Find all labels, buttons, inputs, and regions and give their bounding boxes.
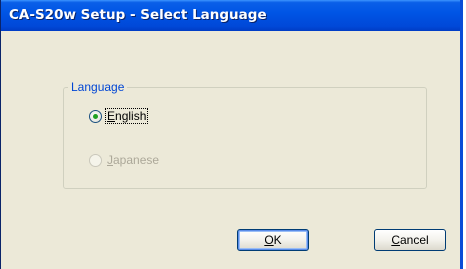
radio-japanese-label: Japanese (106, 153, 160, 167)
cancel-accel: C (391, 233, 400, 247)
radio-english[interactable]: English (89, 108, 149, 124)
window-title: CA-S20w Setup - Select Language (9, 7, 267, 23)
radio-unselected-icon (89, 153, 102, 167)
radio-selected-icon[interactable] (89, 109, 102, 123)
language-group-label: Language (68, 80, 128, 94)
radio-english-label[interactable]: English (104, 108, 149, 124)
cancel-button[interactable]: Cancel (374, 229, 446, 251)
radio-english-label-rest: nglish (115, 109, 147, 123)
cancel-label-rest: ancel (399, 233, 429, 247)
setup-dialog: CA-S20w Setup - Select Language Language… (0, 0, 463, 269)
radio-english-accel: E (107, 109, 116, 123)
title-bar[interactable]: CA-S20w Setup - Select Language (1, 0, 460, 31)
language-groupbox (63, 87, 427, 189)
ok-label-rest: K (273, 233, 282, 247)
radio-japanese-label-rest: apanese (113, 153, 160, 167)
ok-button[interactable]: OK (237, 229, 309, 251)
ok-accel: O (264, 233, 274, 247)
radio-japanese: Japanese (89, 153, 160, 167)
